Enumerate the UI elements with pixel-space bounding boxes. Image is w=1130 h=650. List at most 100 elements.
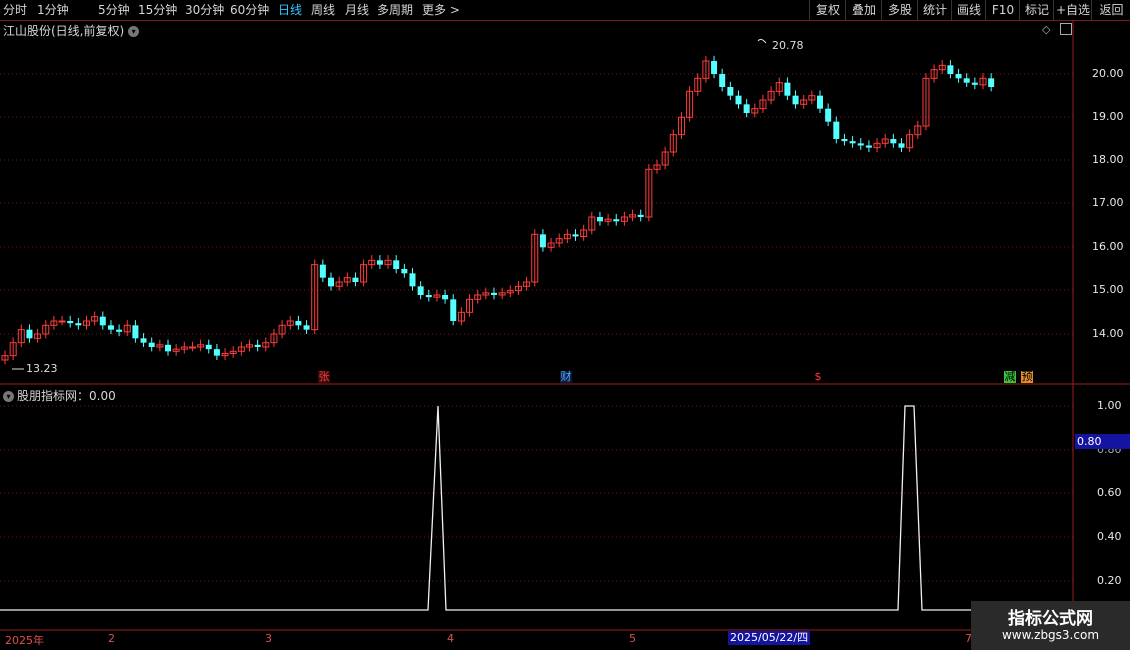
candle-body-down [205,344,212,350]
f10-button[interactable]: F10 [985,0,1020,20]
candle-body-down [849,141,856,144]
tab-5min[interactable]: 5分钟 [98,1,130,19]
candle-body-down [319,264,326,278]
chart-frame [0,20,1130,650]
candle-body-down [328,277,334,287]
candle-body-down [711,61,718,74]
candle-body-down [401,269,408,274]
candle-body-down [409,273,416,287]
tab-60min[interactable]: 60分钟 [230,1,269,19]
tab-multi-period[interactable]: 多周期 [377,1,413,19]
price-tick: 14.00 [1092,327,1124,340]
candle-body-down [596,217,603,222]
tab-15min[interactable]: 15分钟 [138,1,177,19]
high-arrow [757,38,767,44]
indicator-tick: 0.20 [1097,574,1122,587]
candle-body-down [637,214,644,217]
draw-line-button[interactable]: 画线 [951,0,986,20]
candle-body-down [116,329,123,332]
tab-weekly[interactable]: 周线 [311,1,335,19]
candle-body-down [792,95,799,105]
candle-body-down [833,121,840,139]
candle-body-up [188,346,196,349]
stock-title-label: 江山股份(日线,前复权) [3,24,125,38]
candle-body-down [376,260,383,265]
candle-body-down [988,78,995,87]
mark-button[interactable]: 标记 [1019,0,1054,20]
cursor-date-tag: 2025/05/22/四 [728,631,811,645]
candle-body-down [817,95,823,109]
tab-monthly[interactable]: 月线 [345,1,369,19]
candle-body-down [539,234,546,248]
candle-body-down [825,108,832,122]
tab-daily[interactable]: 日线 [278,1,302,19]
event-marker-dollar[interactable]: $ [812,371,824,383]
candle-body-down [213,349,220,356]
indicator-title: ▾ 股朋指标网：0.00 [3,387,116,404]
candle-body-down [613,219,620,222]
chevron-down-icon[interactable]: ▾ [3,391,14,402]
candle-body-down [491,292,497,295]
candle-body-down [955,74,962,79]
event-marker-reduce[interactable]: 减 [1004,371,1016,383]
low-price-label: 13.23 [26,362,58,375]
candle-body-down [865,145,872,148]
date-label: 5 [629,632,636,645]
chevron-down-icon[interactable]: ▾ [128,26,140,37]
tab-1min[interactable]: 1分钟 [37,1,69,19]
candle-body-down [295,321,302,326]
candle-body-down [719,74,726,87]
candle-body-down [727,87,734,96]
candle-body-down [425,295,432,298]
price-tick: 18.00 [1092,153,1124,166]
candle-body-down [841,139,848,142]
event-marker-finance[interactable]: 财 [560,371,572,383]
chart-canvas[interactable] [0,20,1130,650]
price-tick: 15.00 [1092,283,1124,296]
candle-body-down [947,65,954,74]
candle-body-down [971,82,978,85]
candle-body-down [132,325,139,339]
layout-toggle-icon[interactable] [1060,23,1072,35]
candle-body-down [784,82,791,96]
candle-body-down [26,329,33,339]
event-marker-zhang[interactable]: 张 [318,371,330,383]
fuquan-button[interactable]: 复权 [809,0,846,20]
candle-body-down [393,260,400,269]
stock-title: 江山股份(日线,前复权) ▾ [3,22,140,39]
overlay-button[interactable]: 叠加 [845,0,882,20]
indicator-tick: 0.60 [1097,486,1122,499]
add-favorite-button[interactable]: +自选 [1053,0,1092,20]
chevron-right-icon: > [449,3,460,17]
candle-body-down [75,323,82,326]
event-marker-forecast[interactable]: 预 [1021,371,1033,383]
candle-body-down [442,295,449,300]
watermark-title: 指标公式网 [1008,609,1093,629]
indicator-tick: 1.00 [1097,399,1122,412]
candle-body-down [963,78,970,83]
candle-body-down [890,139,897,144]
candle-body-down [303,325,310,330]
indicator-title-label: 股朋指标网：0.00 [17,389,116,403]
indicator-line [0,405,1073,611]
price-tick: 16.00 [1092,240,1124,253]
candle-body-down [148,342,155,347]
price-tick: 20.00 [1092,67,1124,80]
tab-fenshi[interactable]: 分时 [3,1,27,19]
back-button[interactable]: 返回 [1091,0,1130,20]
candle-body-down [254,344,261,347]
candle-body-down [165,344,171,352]
multi-stock-button[interactable]: 多股 [881,0,918,20]
candle-body-down [140,338,147,343]
tab-30min[interactable]: 30分钟 [185,1,224,19]
candle-body-down [417,286,424,295]
period-toolbar: 分时 1分钟 5分钟 15分钟 30分钟 60分钟 日线 周线 月线 多周期 更… [0,0,1130,21]
candle-body-down [67,321,74,324]
indicator-series [0,405,1073,611]
candle-body-down [107,325,114,330]
high-price-label: 20.78 [772,39,804,52]
diamond-icon[interactable]: ◇ [1042,23,1050,36]
stats-button[interactable]: 统计 [917,0,952,20]
watermark-url: www.zbgs3.com [1001,628,1100,642]
tab-more[interactable]: 更多 > [422,1,460,19]
